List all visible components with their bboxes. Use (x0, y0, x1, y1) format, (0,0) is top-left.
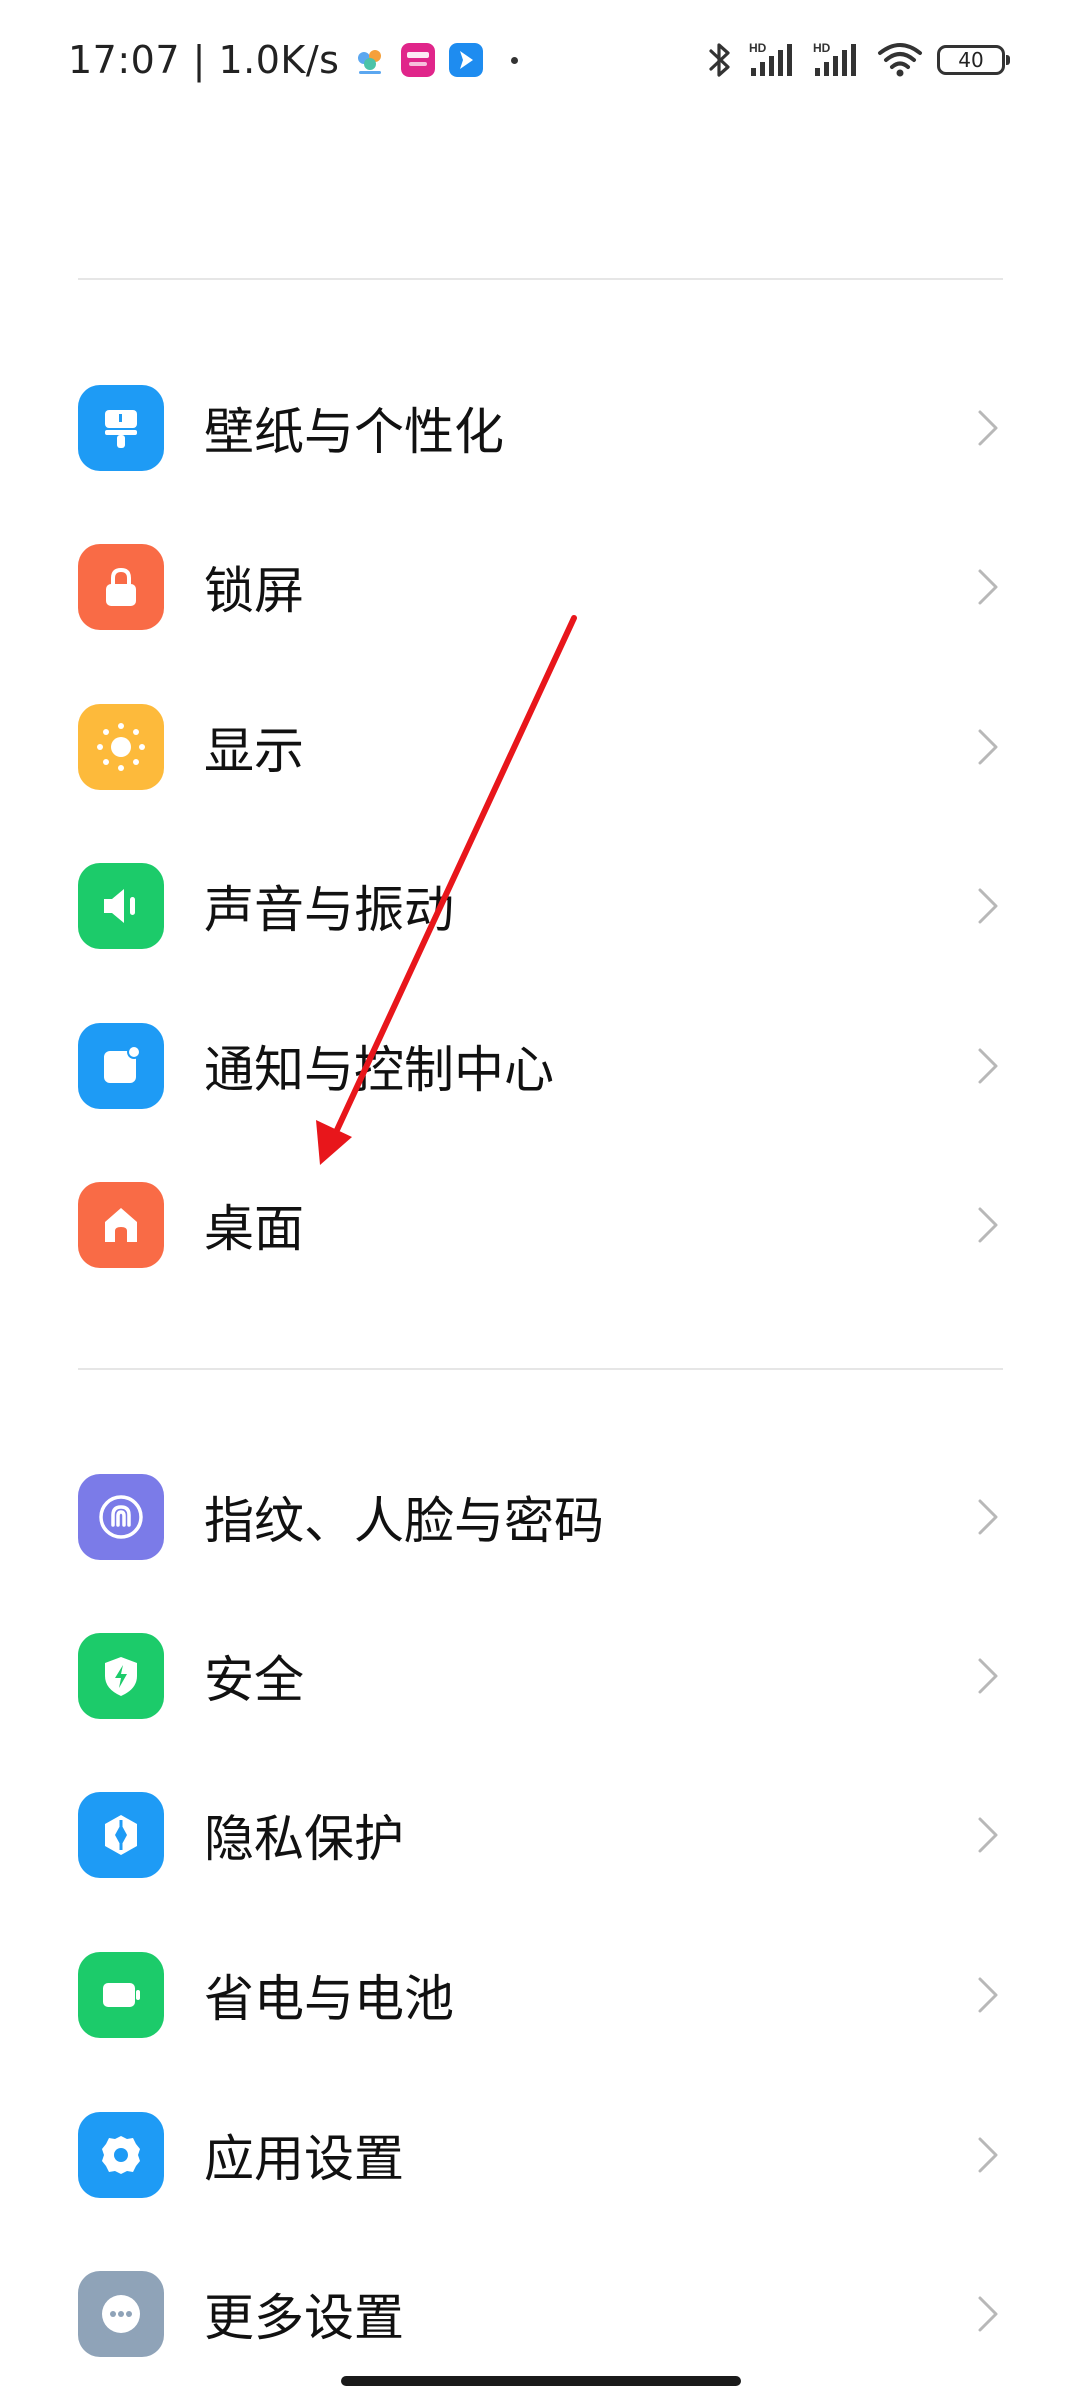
setting-item-battery[interactable]: 省电与电池 (0, 1915, 1080, 2075)
home-icon (78, 1182, 164, 1268)
setting-label-privacy: 隐私保护 (204, 1810, 404, 1868)
signal-hd-icon-2: HD (813, 41, 856, 76)
shopping-app-icon (401, 43, 436, 77)
setting-item-fingerprint[interactable]: 指纹、人脸与密码 (0, 1437, 1080, 1597)
status-left: 17:07 | 1.0K/s (68, 30, 519, 90)
home-indicator[interactable] (341, 2376, 741, 2386)
bird-app-icon (449, 43, 484, 77)
svg-text:HD: HD (749, 41, 767, 55)
setting-item-security[interactable]: 安全 (0, 1596, 1080, 1756)
setting-label-fingerprint: 指纹、人脸与密码 (204, 1492, 604, 1550)
setting-label-security: 安全 (204, 1651, 304, 1709)
fingerprint-icon (78, 1474, 164, 1560)
chevron-right-icon (978, 569, 998, 605)
setting-label-sound: 声音与振动 (204, 881, 454, 939)
setting-item-more-settings[interactable]: 更多设置 (0, 2234, 1080, 2394)
status-time-speed: 17:07 | 1.0K/s (68, 38, 340, 82)
setting-label-notifications: 通知与控制中心 (204, 1041, 554, 1099)
sun-icon (78, 704, 164, 790)
setting-item-lock-screen[interactable]: 锁屏 (0, 507, 1080, 667)
chevron-right-icon (978, 1207, 998, 1243)
shield-icon (78, 1633, 164, 1719)
setting-label-lock-screen: 锁屏 (204, 562, 304, 620)
more-notifications-dot (511, 56, 519, 64)
notification-icon (78, 1023, 164, 1109)
chevron-right-icon (978, 729, 998, 765)
svg-text:HD: HD (813, 41, 831, 55)
setting-label-display: 显示 (204, 722, 304, 780)
chevron-right-icon (978, 2296, 998, 2332)
chevron-right-icon (978, 410, 998, 446)
chevron-right-icon (978, 888, 998, 924)
divider-middle (78, 1368, 1003, 1370)
setting-item-display[interactable]: 显示 (0, 667, 1080, 827)
chevron-right-icon (978, 1977, 998, 2013)
setting-item-sound[interactable]: 声音与振动 (0, 826, 1080, 986)
status-bar: 17:07 | 1.0K/s HD HD 40 (0, 0, 1080, 120)
setting-item-notifications[interactable]: 通知与控制中心 (0, 986, 1080, 1146)
battery-icon (78, 1952, 164, 2038)
setting-item-privacy[interactable]: 隐私保护 (0, 1755, 1080, 1915)
divider-top (78, 278, 1003, 280)
battery-indicator: 40 (937, 45, 1010, 75)
setting-item-wallpaper[interactable]: 壁纸与个性化 (0, 348, 1080, 508)
signal-hd-icon: HD (749, 41, 792, 76)
paint-brush-icon (78, 385, 164, 471)
setting-label-battery: 省电与电池 (204, 1970, 454, 2028)
setting-label-wallpaper: 壁纸与个性化 (204, 403, 504, 461)
lock-icon (78, 544, 164, 630)
setting-item-home-screen[interactable]: 桌面 (0, 1145, 1080, 1305)
speaker-icon (78, 863, 164, 949)
setting-label-home-screen: 桌面 (204, 1200, 304, 1258)
setting-label-more-settings: 更多设置 (204, 2289, 404, 2347)
bluetooth-icon (709, 43, 730, 77)
chevron-right-icon (978, 1048, 998, 1084)
privacy-icon (78, 1792, 164, 1878)
more-icon (78, 2271, 164, 2357)
status-right: HD HD 40 (691, 30, 1010, 90)
chevron-right-icon (978, 1658, 998, 1694)
gear-icon (78, 2112, 164, 2198)
chevron-right-icon (978, 1499, 998, 1535)
chevron-right-icon (978, 1817, 998, 1853)
wifi-icon (878, 43, 922, 77)
chevron-right-icon (978, 2137, 998, 2173)
setting-item-app-settings[interactable]: 应用设置 (0, 2075, 1080, 2235)
cloud-app-icon (358, 50, 382, 74)
setting-label-app-settings: 应用设置 (204, 2130, 404, 2188)
